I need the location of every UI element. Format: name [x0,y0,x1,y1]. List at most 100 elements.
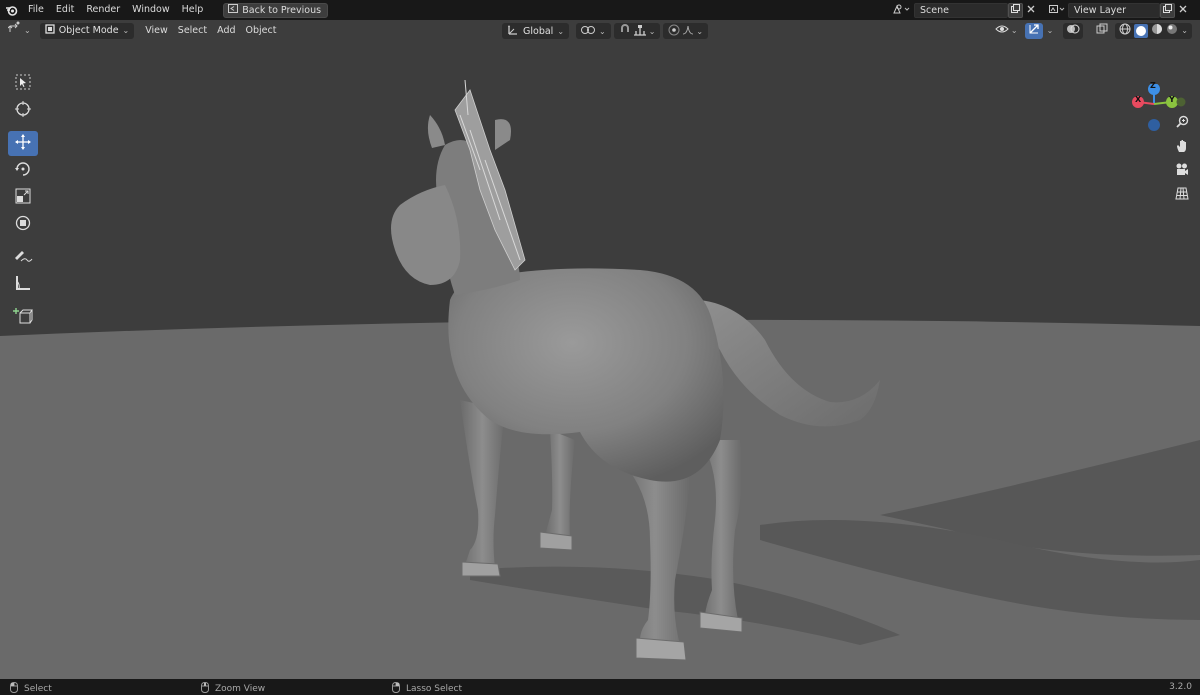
view-layer-selector: View Layer [1046,2,1191,18]
view-layer-name-field[interactable]: View Layer [1068,2,1160,18]
status-zoom: Zoom View [201,682,265,695]
snap-selector[interactable]: ⌄ [613,23,661,39]
scene-browse-button[interactable] [890,3,914,18]
mouse-left-icon [10,682,18,695]
tool-transform[interactable] [8,212,38,237]
chevron-down-icon: ⌄ [696,26,704,36]
menu-help[interactable]: Help [176,0,210,20]
3d-viewport[interactable]: Z X Y [0,20,1200,679]
scene-new-button[interactable] [1008,2,1023,18]
top-menu-bar: File Edit Render Window Help Back to Pre… [0,0,1200,20]
gizmo-icon [1028,23,1040,38]
tool-cursor[interactable] [8,98,38,123]
eye-icon [995,24,1009,37]
overlays-toggle[interactable] [1063,22,1084,39]
solid-shading-icon[interactable] [1134,23,1149,38]
menu-window[interactable]: Window [126,0,175,20]
snap-increment-icon [633,24,647,39]
chevron-down-icon: ⌄ [648,26,656,36]
viewport-scene [0,20,1200,679]
status-lasso: Lasso Select [392,682,462,695]
mouse-right-icon [392,682,400,695]
version-label: 3.2.0 [1169,682,1192,692]
chevron-down-icon: ⌄ [1181,26,1188,35]
xray-toggle[interactable] [1093,23,1111,39]
orientation-selector[interactable]: Global ⌄ [502,23,570,39]
blender-logo-icon[interactable] [0,0,22,20]
chevron-down-icon: ⌄ [1010,26,1018,35]
viewport-header: ⌄ Object Mode ⌄ View Select Add Object G… [0,20,1200,41]
object-mode-icon [45,24,55,37]
menu-select[interactable]: Select [173,20,212,41]
overlays-icon [1066,23,1080,38]
viewport-display-options: ⌄ ⌄ ⌄ [992,22,1192,39]
menu-edit[interactable]: Edit [50,0,80,20]
chevron-down-icon: ⌄ [557,26,565,36]
chevron-down-icon[interactable]: ⌄ [1047,26,1054,35]
annotate-icon [13,248,33,267]
tool-annotate[interactable] [8,245,38,270]
view-layer-new-button[interactable] [1160,2,1175,18]
close-icon [1027,5,1035,16]
view-layer-browse-button[interactable] [1046,3,1068,18]
zoom-icon [1175,115,1189,131]
scene-delete-button[interactable] [1023,3,1039,18]
shading-modes: ⌄ [1115,22,1192,39]
chevron-down-icon: ⌄ [599,26,606,36]
menu-file[interactable]: File [22,0,50,20]
gizmo-x-label: X [1135,95,1142,104]
pan-view-button[interactable] [1173,138,1191,156]
zoom-view-button[interactable] [1173,114,1191,132]
visibility-selector[interactable]: ⌄ [992,23,1021,39]
close-icon [1179,5,1187,16]
tool-scale[interactable] [8,185,38,210]
tool-measure[interactable] [8,272,38,297]
status-select: Select [10,682,52,695]
pivot-icon [581,25,596,38]
falloff-icon [682,25,694,38]
pivot-point-selector[interactable]: ⌄ [576,23,611,39]
perspective-toggle-button[interactable] [1173,186,1191,204]
mode-selector[interactable]: Object Mode ⌄ [39,22,135,39]
scale-icon [15,188,31,207]
select-box-icon [15,74,31,93]
orientation-label: Global [523,25,554,37]
chevron-down-icon: ⌄ [122,26,130,35]
back-to-previous-button[interactable]: Back to Previous [223,2,329,18]
back-to-previous-label: Back to Previous [242,4,322,16]
editor-type-icon [7,20,22,41]
scene-selector: Scene [890,2,1039,18]
hand-icon [1176,139,1189,156]
add-cube-icon [13,307,33,328]
cursor-icon [14,100,32,121]
gizmo-toggle[interactable] [1024,22,1043,39]
horse-hoof [461,561,501,577]
rendered-shading-icon[interactable] [1166,23,1178,38]
proportional-editing-selector[interactable]: ⌄ [663,23,709,39]
duplicate-icon [1011,4,1020,16]
scene-icon [893,4,911,17]
xray-icon [1096,23,1108,38]
view-layer-delete-button[interactable] [1175,3,1191,18]
gizmo-z-label: Z [1150,81,1156,90]
material-shading-icon[interactable] [1151,23,1163,38]
tool-rotate[interactable] [8,158,38,183]
chevron-down-icon: ⌄ [24,26,31,35]
wireframe-shading-icon[interactable] [1119,23,1131,38]
editor-type-button[interactable]: ⌄ [0,20,36,41]
move-icon [14,133,32,154]
camera-view-button[interactable] [1173,162,1191,180]
proportional-edit-icon [668,24,680,39]
menu-object[interactable]: Object [241,20,282,41]
view-layer-icon [1049,4,1065,17]
tool-add-cube[interactable] [8,305,38,330]
rotate-icon [14,160,32,181]
status-zoom-label: Zoom View [215,684,266,694]
tool-move[interactable] [8,131,38,156]
menu-add[interactable]: Add [212,20,240,41]
tool-select-box[interactable] [8,71,38,96]
scene-name-field[interactable]: Scene [914,2,1008,18]
menu-render[interactable]: Render [80,0,126,20]
menu-view[interactable]: View [140,20,173,41]
back-arrow-icon [228,4,239,16]
